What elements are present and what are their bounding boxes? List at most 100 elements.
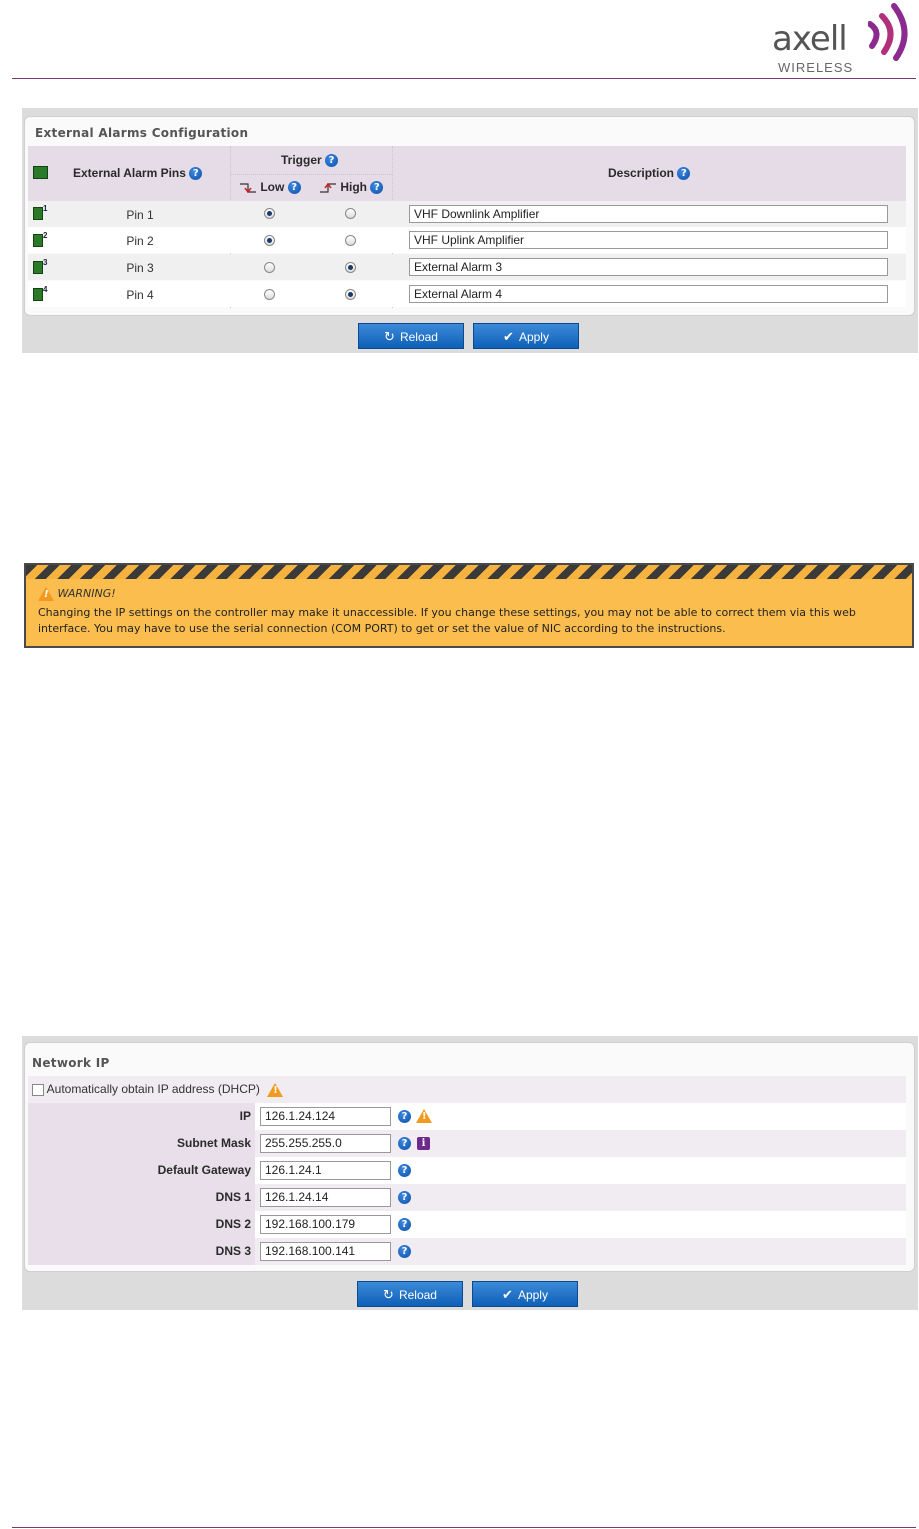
trigger-high-radio[interactable] — [345, 262, 356, 273]
label-cell: IP — [28, 1103, 255, 1130]
trigger-high-radio[interactable] — [345, 289, 356, 300]
help-icon[interactable]: ? — [677, 167, 691, 181]
ip-label: IP — [239, 1109, 251, 1123]
default-gateway-row: Default Gateway 126.1.24.1 ? — [28, 1157, 906, 1184]
reload-label: Reload — [399, 330, 438, 344]
help-icon[interactable]: ? — [398, 1245, 411, 1258]
logo-chevrons-icon — [868, 3, 908, 61]
description-header: Description ? — [608, 166, 691, 181]
apply-label: Apply — [517, 1288, 548, 1302]
low-header: Low ? — [239, 180, 301, 195]
warning-title-text: WARNING! — [57, 587, 116, 600]
warning-banner: WARNING! Changing the IP settings on the… — [24, 563, 914, 648]
label-cell: Default Gateway — [28, 1157, 255, 1184]
dns2-label: DNS 2 — [215, 1217, 251, 1231]
subnet-mask-label: Subnet Mask — [176, 1136, 251, 1150]
dns1-label: DNS 1 — [215, 1190, 251, 1204]
help-icon[interactable]: ? — [325, 154, 339, 168]
reload-label: Reload — [398, 1288, 437, 1302]
subnet-mask-row: Subnet Mask 255.255.255.0 ? i — [28, 1130, 906, 1157]
label-cell: Subnet Mask — [28, 1130, 255, 1157]
checkmark-icon: ✔ — [502, 1287, 513, 1302]
apply-label: Apply — [518, 330, 549, 344]
reload-button[interactable]: ↻ Reload — [357, 1281, 463, 1307]
help-icon[interactable]: ? — [287, 181, 301, 195]
help-icon[interactable]: ? — [370, 181, 384, 195]
dns2-row: DNS 2 192.168.100.179 ? — [28, 1211, 906, 1238]
trigger-header: Trigger ? — [281, 153, 339, 168]
trigger-low-radio[interactable] — [264, 235, 275, 246]
low-label: Low — [260, 180, 285, 194]
warning-body: Changing the IP settings on the controll… — [38, 606, 856, 635]
help-icon[interactable]: ? — [398, 1218, 411, 1231]
reload-icon: ↻ — [383, 1287, 394, 1302]
dns1-input[interactable]: 126.1.24.14 — [260, 1188, 391, 1207]
trigger-divider — [231, 174, 392, 175]
apply-button[interactable]: ✔ Apply — [473, 323, 579, 349]
logo-wordmark: axell — [772, 19, 848, 59]
label-cell: DNS 1 — [28, 1184, 255, 1211]
pin-icon — [33, 261, 43, 274]
label-cell: DNS 2 — [28, 1211, 255, 1238]
pin-number: 1 — [43, 204, 48, 213]
pins-header-icon — [33, 166, 48, 179]
ip-row: IP 126.1.24.124 ? — [28, 1103, 906, 1130]
dns1-row: DNS 1 126.1.24.14 ? — [28, 1184, 906, 1211]
warning-title: WARNING! — [38, 587, 116, 601]
reload-icon: ↻ — [384, 329, 395, 344]
description-input[interactable]: VHF Uplink Amplifier — [409, 231, 888, 249]
pin-label: Pin 4 — [126, 288, 154, 302]
pin-label: Pin 3 — [126, 261, 154, 275]
default-gateway-input[interactable]: 126.1.24.1 — [260, 1161, 391, 1180]
high-label: High — [340, 180, 368, 194]
pin-number: 4 — [43, 285, 48, 294]
description-input[interactable]: VHF Downlink Amplifier — [409, 205, 888, 223]
pin-label: Pin 2 — [126, 234, 154, 248]
trigger-low-radio[interactable] — [264, 208, 275, 219]
footer-rule — [12, 1527, 916, 1528]
trigger-low-radio[interactable] — [264, 262, 275, 273]
pins-header-label: External Alarm Pins — [73, 166, 186, 180]
description-header-label: Description — [608, 166, 675, 180]
reload-button[interactable]: ↻ Reload — [358, 323, 464, 349]
help-icon[interactable]: ? — [189, 167, 203, 181]
trigger-high-radio[interactable] — [345, 235, 356, 246]
pin-number: 3 — [43, 258, 48, 267]
falling-edge-icon — [240, 183, 256, 194]
rising-edge-icon — [320, 182, 336, 193]
label-cell: DNS 3 — [28, 1238, 255, 1265]
apply-button[interactable]: ✔ Apply — [472, 1281, 578, 1307]
help-icon[interactable]: ? — [398, 1137, 411, 1150]
trigger-low-radio[interactable] — [264, 289, 275, 300]
warning-icon — [267, 1082, 284, 1097]
trigger-header-label: Trigger — [281, 153, 322, 167]
trigger-high-radio[interactable] — [345, 208, 356, 219]
help-icon[interactable]: ? — [398, 1164, 411, 1177]
logo-subtitle: WIRELESS — [778, 60, 854, 75]
pins-header: External Alarm Pins ? — [73, 166, 203, 181]
pin-label: Pin 1 — [126, 208, 154, 222]
high-header: High ? — [319, 180, 384, 195]
pin-icon — [33, 234, 43, 247]
panel-title: External Alarms Configuration — [35, 126, 249, 140]
help-icon[interactable]: ? — [398, 1110, 411, 1123]
pin-number: 2 — [43, 231, 48, 240]
default-gateway-label: Default Gateway — [157, 1163, 251, 1177]
hazard-stripe — [26, 565, 912, 579]
dhcp-label: Automatically obtain IP address (DHCP) — [46, 1082, 260, 1096]
info-icon[interactable]: i — [417, 1137, 430, 1150]
dhcp-option: Automatically obtain IP address (DHCP) — [32, 1082, 284, 1097]
ip-input[interactable]: 126.1.24.124 — [260, 1107, 391, 1126]
help-icon[interactable]: ? — [398, 1191, 411, 1204]
dns3-label: DNS 3 — [215, 1244, 251, 1258]
dns3-row: DNS 3 192.168.100.141 ? — [28, 1238, 906, 1265]
header-rule — [12, 78, 916, 79]
subnet-mask-input[interactable]: 255.255.255.0 — [260, 1134, 391, 1153]
description-input[interactable]: External Alarm 3 — [409, 258, 888, 276]
dns2-input[interactable]: 192.168.100.179 — [260, 1215, 391, 1234]
description-input[interactable]: External Alarm 4 — [409, 285, 888, 303]
checkmark-icon: ✔ — [503, 329, 514, 344]
warning-icon — [416, 1109, 432, 1123]
dhcp-checkbox[interactable] — [32, 1083, 44, 1096]
dns3-input[interactable]: 192.168.100.141 — [260, 1242, 391, 1261]
